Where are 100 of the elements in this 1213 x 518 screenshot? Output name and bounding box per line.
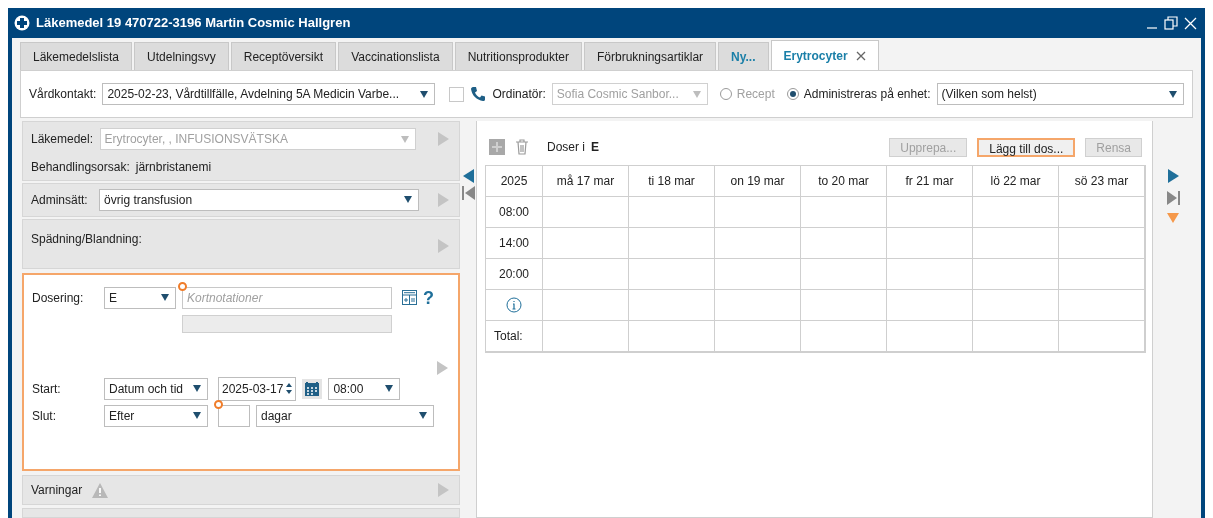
tab[interactable]: Nutritionsprodukter [454,42,582,70]
spinner-icon[interactable] [286,383,293,395]
dose-cell[interactable] [629,197,715,228]
dose-cell[interactable] [801,259,887,290]
tab[interactable]: Erytrocyter [770,40,879,70]
dose-cell[interactable] [887,259,973,290]
close-icon[interactable] [1184,16,1197,30]
dose-cell[interactable] [543,228,629,259]
first-week-icon[interactable] [461,186,475,200]
dropdown-caret-icon [400,135,409,143]
dropdown-caret-icon [1169,90,1177,98]
time-cell: 14:00 [486,228,543,259]
dropdown-caret-icon [404,196,413,204]
kortnotation-field[interactable]: Kortnotationer [182,286,392,309]
dose-cell[interactable] [715,259,801,290]
close-tab-icon[interactable] [855,50,866,61]
expand-arrow-icon[interactable] [437,360,448,375]
field-label: Slut: [32,407,57,425]
previous-week-icon[interactable] [462,169,474,183]
dose-cell[interactable] [801,197,887,228]
date-field[interactable]: 2025-03-17 [218,376,297,401]
total-label: Total: [486,321,543,352]
calendar-icon[interactable] [302,378,323,399]
dose-cell[interactable] [543,197,629,228]
dose-cell[interactable] [715,290,801,321]
dose-cell[interactable] [887,228,973,259]
tab[interactable]: Vaccinationslista [338,42,453,70]
expand-arrow-icon[interactable] [438,483,449,498]
dropdown-caret-icon [385,385,394,393]
field-label: Dosering: [32,289,85,307]
dose-cell[interactable] [887,290,973,321]
trash-icon[interactable] [515,139,529,155]
day-header: on 19 mar [715,166,801,197]
dose-cell[interactable] [543,290,629,321]
dose-cell[interactable] [715,197,801,228]
expand-arrow-icon[interactable] [438,239,449,254]
dose-cell[interactable] [1059,197,1145,228]
cross-logo-icon [14,15,30,31]
expand-arrow-icon[interactable] [438,132,449,146]
dose-cell[interactable] [715,228,801,259]
dose-cell[interactable] [629,259,715,290]
checkbox[interactable] [449,86,465,102]
field-label: Vårdkontakt: [29,86,97,103]
dose-cell[interactable] [801,228,887,259]
time-cell: 20:00 [486,259,543,290]
phone-icon[interactable] [470,86,487,102]
year-header: 2025 [486,166,543,197]
dose-cell[interactable] [543,259,629,290]
collapse-caret-icon[interactable] [1167,213,1179,223]
warning-icon [92,482,109,498]
expand-arrow-icon[interactable] [438,192,449,207]
dose-cell[interactable] [1059,228,1145,259]
section-label: Varningar [31,482,83,500]
window-title: Läkemedel 19 470722-3196 Martin Cosmic Hallgren [36,14,351,33]
dose-cell[interactable] [801,290,887,321]
add-icon[interactable] [489,139,505,155]
dropdown-caret-icon [419,412,427,420]
info-icon[interactable] [506,297,522,313]
dose-cell[interactable] [1059,259,1145,290]
field-label: Start: [32,380,62,398]
field-value: järnbristanemi [135,159,212,176]
slut-type-dropdown[interactable]: Efter [104,404,208,427]
duration-unit-dropdown[interactable]: dagar [256,404,434,427]
enhet-dropdown[interactable]: (Vilken som helst) [936,83,1184,105]
dose-label: Doser i [547,139,585,156]
tab[interactable]: Förbrukningsartiklar [584,42,717,70]
dose-cell[interactable] [973,228,1059,259]
day-header: ti 18 mar [629,166,715,197]
dose-cell[interactable] [1059,290,1145,321]
restore-icon[interactable] [1164,16,1178,30]
radio-button[interactable]: Administreras på enhet: [786,85,931,103]
dose-cell[interactable] [629,228,715,259]
field-label: Behandlingsorsak: [31,159,130,176]
vardkontakt-dropdown[interactable]: 2025-02-23, Vårdtillfälle, Avdelning 5A Medicin Varbe... [102,83,436,105]
dose-cell[interactable] [887,197,973,228]
time-dropdown[interactable]: 08:00 [328,377,401,400]
dose-text-field[interactable] [182,314,392,333]
calculator-icon[interactable] [402,290,417,306]
dose-cell[interactable] [973,259,1059,290]
field-label: Läkemedel: [31,131,94,148]
tab[interactable]: Receptöversikt [230,42,337,70]
dropdown-caret-icon [420,90,429,98]
last-week-icon[interactable] [1166,191,1180,205]
help-button[interactable]: ? [423,288,434,307]
start-type-dropdown[interactable]: Datum och tid [104,377,208,400]
tab[interactable]: Läkemedelslista [20,42,133,70]
day-header: lö 22 mar [973,166,1059,197]
dose-cell[interactable] [629,290,715,321]
dose-unit-dropdown[interactable]: E [104,286,176,309]
day-header: sö 23 mar [1059,166,1145,197]
dropdown-caret-icon [193,385,201,393]
action-button[interactable]: Lägg till dos... [977,137,1076,157]
adminsatt-dropdown[interactable]: övrig transfusion [99,188,420,211]
tab[interactable]: Utdelningsvy [134,42,229,70]
dose-cell[interactable] [973,290,1059,321]
dropdown-caret-icon [193,412,201,420]
dose-cell[interactable] [973,197,1059,228]
day-header: to 20 mar [801,166,887,197]
next-week-icon[interactable] [1167,169,1179,183]
dose-unit: E [591,139,600,156]
